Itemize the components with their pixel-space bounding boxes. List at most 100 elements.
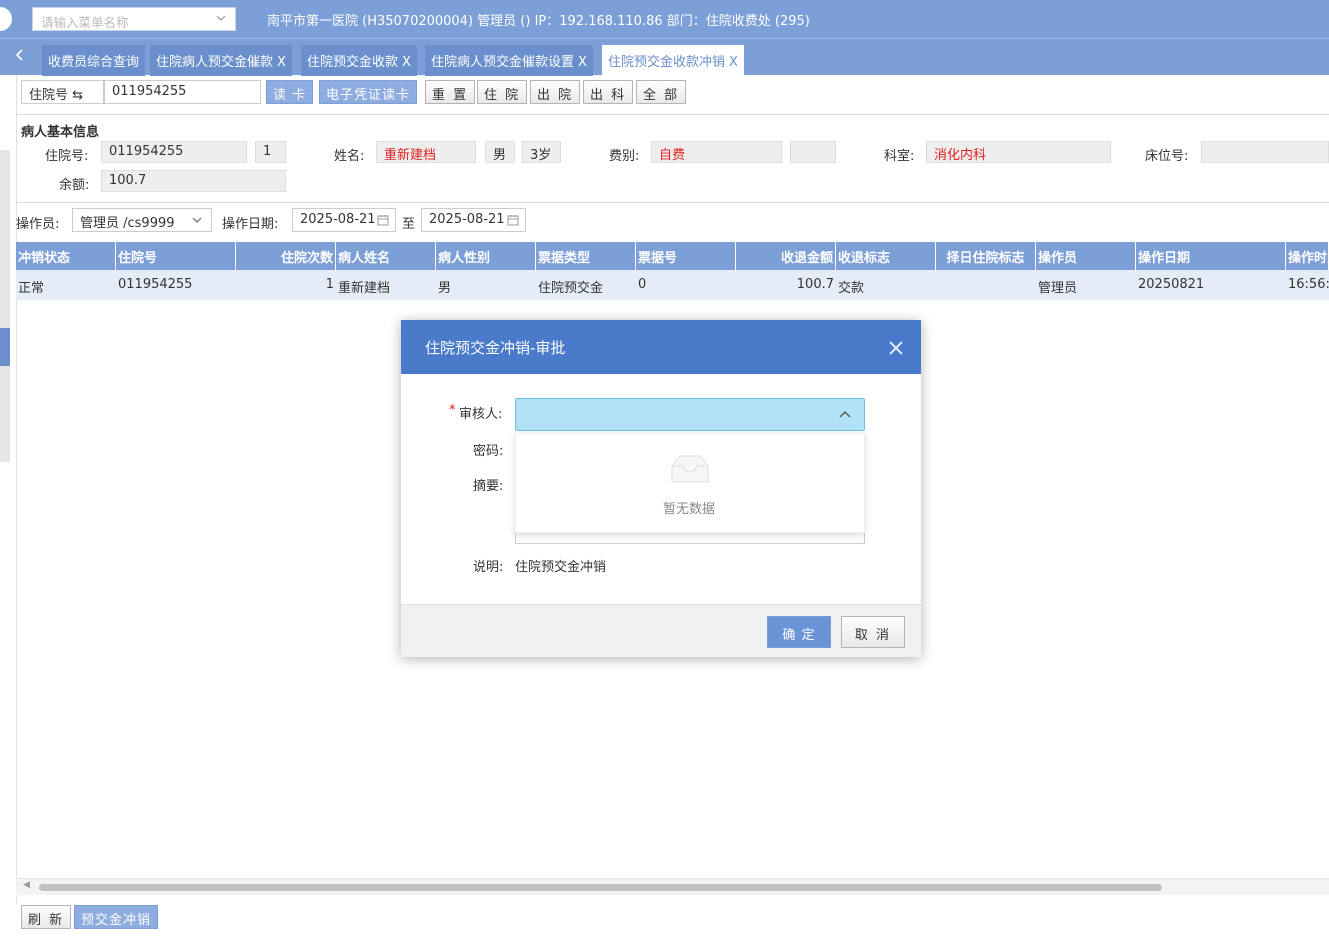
id-value-field: 011954255	[101, 141, 247, 163]
grid-header: 冲销状态 住院号 住院次数 病人姓名 病人性别 票据类型 票据号 收退金额 收退…	[16, 242, 1329, 270]
e-voucher-read-button[interactable]: 电子凭证读卡	[319, 80, 418, 104]
bottom-toolbar: 刷 新 预交金冲销	[0, 895, 1329, 944]
tab-deposit-payment[interactable]: 住院预交金收款 X	[301, 45, 417, 76]
to-label: 至	[402, 217, 416, 232]
balance-field: 100.7	[101, 170, 286, 192]
balance-label: 余额:	[59, 178, 90, 193]
approval-dialog: 住院预交金冲销-审批 * 审核人: 密码: 摘要: 暂无数据 说明: 住院预交金…	[401, 320, 921, 657]
tab-reminder-settings[interactable]: 住院病人预交金催款设置 X	[425, 45, 593, 76]
id-input[interactable]: 011954255	[104, 80, 261, 104]
table-cell: 1	[325, 277, 334, 292]
table-cell: 100.7	[796, 277, 834, 292]
column-header[interactable]: 病人姓名	[336, 242, 436, 270]
refresh-button[interactable]: 刷 新	[21, 905, 72, 929]
name-label: 姓名:	[334, 149, 365, 164]
tab-label: 住院病人预交金催款设置	[431, 55, 575, 70]
bed-label: 床位号:	[1145, 149, 1189, 164]
dept-field: 消化内科	[926, 141, 1111, 163]
close-icon[interactable]: X	[402, 55, 411, 70]
table-row[interactable]: 正常 011954255 1 重新建档 男 住院预交金 0 100.7 交款 管…	[16, 270, 1329, 300]
fee-label: 费别:	[609, 149, 640, 164]
chevron-up-icon	[838, 407, 852, 425]
dialog-header: 住院预交金冲销-审批	[401, 320, 921, 374]
date-from-value: 2025-08-21	[300, 212, 376, 227]
divider	[16, 75, 17, 905]
column-header[interactable]: 操作日期	[1136, 242, 1286, 270]
column-header[interactable]: 冲销状态	[16, 242, 116, 270]
menu-search-select[interactable]: 请输入菜单名称	[32, 7, 236, 31]
deposit-reversal-button[interactable]: 预交金冲销	[74, 905, 159, 929]
column-header[interactable]: 票据类型	[536, 242, 636, 270]
tab-label: 住院预交金收款冲销	[608, 55, 726, 70]
confirm-button[interactable]: 确 定	[767, 616, 831, 648]
dialog-title: 住院预交金冲销-审批	[425, 339, 566, 357]
column-header[interactable]: 住院号	[116, 242, 236, 270]
cancel-button[interactable]: 取 消	[841, 616, 905, 648]
operator-select[interactable]: 管理员 /cs9999	[72, 208, 212, 232]
logo-icon	[0, 7, 12, 31]
id-label: 住院号:	[45, 149, 89, 164]
reset-button[interactable]: 重 置	[425, 80, 476, 104]
visit-count-field: 1	[255, 141, 286, 163]
column-header[interactable]: 收退标志	[836, 242, 936, 270]
close-icon[interactable]: X	[729, 55, 738, 70]
column-header[interactable]: 病人性别	[436, 242, 536, 270]
divider	[16, 202, 1329, 203]
empty-text: 暂无数据	[663, 502, 716, 517]
section-title: 病人基本信息	[21, 125, 100, 140]
column-header[interactable]: 住院次数	[236, 242, 336, 270]
reviewer-select[interactable]	[515, 398, 865, 431]
table-cell: 住院预交金	[538, 281, 604, 296]
required-mark: *	[449, 403, 456, 418]
column-header[interactable]: 择日住院标志	[936, 242, 1036, 270]
date-label: 操作日期:	[222, 217, 279, 232]
out-dept-button[interactable]: 出 科	[583, 80, 634, 104]
read-card-button[interactable]: 读 卡	[266, 80, 314, 104]
column-header[interactable]: 操作员	[1036, 242, 1136, 270]
close-icon[interactable]	[889, 336, 903, 360]
left-sidebar-strip	[0, 150, 10, 462]
chevron-left-icon[interactable]	[14, 47, 26, 66]
tab-cashier-query[interactable]: 收费员综合查询	[42, 45, 146, 76]
close-icon[interactable]: X	[277, 55, 286, 70]
calendar-icon[interactable]	[507, 214, 519, 230]
date-from-input[interactable]: 2025-08-21	[292, 208, 396, 232]
reviewer-label: 审核人:	[459, 407, 503, 422]
hospital-info: 南平市第一医院 (H35070200004) 管理员 () IP：192.168…	[267, 14, 810, 29]
tab-deposit-reversal[interactable]: 住院预交金收款冲销 X	[602, 45, 744, 76]
tab-label: 住院预交金收款	[307, 55, 399, 70]
sex-field: 男	[485, 141, 515, 163]
column-header[interactable]: 操作时间	[1286, 242, 1329, 270]
description-value: 住院预交金冲销	[515, 560, 607, 575]
table-cell: 20250821	[1138, 277, 1205, 292]
fee-field: 自费	[651, 141, 782, 163]
all-button[interactable]: 全 部	[636, 80, 687, 104]
date-to-value: 2025-08-21	[429, 212, 505, 227]
top-header: 请输入菜单名称 南平市第一医院 (H35070200004) 管理员 () IP…	[0, 0, 1329, 38]
divider	[16, 114, 1329, 115]
tab-label: 住院病人预交金催款	[156, 55, 274, 70]
id-type-select[interactable]: 住院号 ⇆	[21, 80, 104, 104]
table-cell: 16:56:5	[1288, 277, 1329, 292]
table-cell: 正常	[18, 281, 45, 296]
admitted-button[interactable]: 住 院	[477, 80, 528, 104]
bed-field	[1201, 141, 1329, 163]
date-to-input[interactable]: 2025-08-21	[421, 208, 526, 232]
scrollbar-thumb[interactable]	[39, 884, 1162, 891]
chevron-down-icon	[191, 214, 203, 230]
chevron-down-icon	[215, 12, 227, 28]
menu-search-placeholder: 请输入菜单名称	[41, 15, 129, 30]
discharged-button[interactable]: 出 院	[530, 80, 581, 104]
operator-value: 管理员 /cs9999	[80, 216, 175, 231]
swap-icon: ⇆	[72, 88, 84, 103]
calendar-icon[interactable]	[377, 214, 389, 230]
column-header[interactable]: 票据号	[636, 242, 736, 270]
close-icon[interactable]: X	[578, 55, 587, 70]
horizontal-scrollbar[interactable]: ◀	[16, 878, 1329, 895]
table-cell: 管理员	[1038, 281, 1078, 296]
scroll-left-icon[interactable]: ◀	[23, 880, 30, 890]
fee-extra-field	[790, 141, 836, 163]
tab-deposit-reminder[interactable]: 住院病人预交金催款 X	[150, 45, 292, 76]
left-sidebar-marker[interactable]	[0, 328, 10, 366]
column-header[interactable]: 收退金额	[736, 242, 836, 270]
